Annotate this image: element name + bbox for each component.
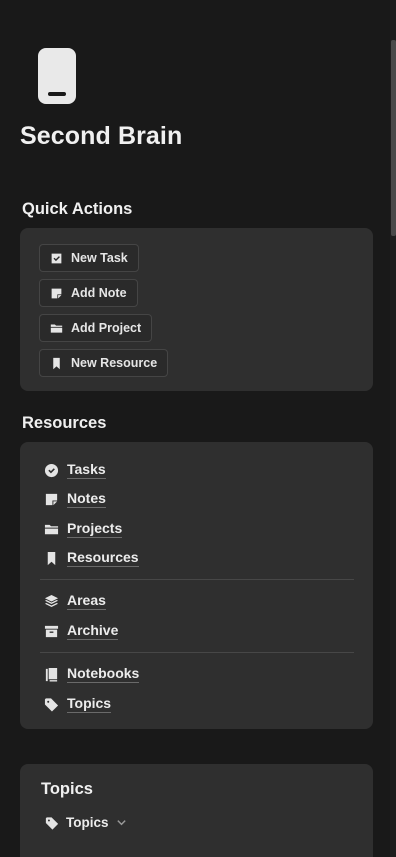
topics-heading: Topics: [41, 780, 93, 798]
quick-actions-heading: Quick Actions: [22, 200, 133, 218]
new-resource-button[interactable]: New Resource: [39, 349, 169, 377]
page-title: Second Brain: [20, 122, 183, 150]
topics-filter-dropdown[interactable]: Topics: [45, 815, 127, 830]
add-note-button[interactable]: Add Note: [39, 279, 138, 307]
link-areas-label: Areas: [67, 592, 106, 610]
new-task-button[interactable]: New Task: [39, 244, 139, 272]
tag-icon: [45, 816, 59, 830]
bookmark-icon: [47, 551, 56, 565]
link-areas[interactable]: Areas: [44, 592, 106, 610]
checkbox-icon: [51, 253, 62, 263]
check-circle-icon: [44, 463, 59, 477]
link-notebooks-label: Notebooks: [67, 665, 140, 683]
link-notes-label: Notes: [67, 490, 106, 508]
divider: [40, 579, 354, 580]
folder-icon: [44, 524, 59, 534]
note-icon: [51, 288, 62, 298]
link-projects-label: Projects: [67, 520, 123, 538]
divider: [40, 652, 354, 653]
topics-filter-label: Topics: [66, 815, 109, 830]
tag-icon: [44, 697, 59, 712]
link-notes[interactable]: Notes: [44, 490, 106, 508]
link-tasks-label: Tasks: [67, 461, 106, 479]
link-projects[interactable]: Projects: [44, 520, 123, 538]
chevron-down-icon: [116, 820, 126, 826]
bookmark-icon: [53, 357, 60, 369]
folder-icon: [50, 323, 63, 333]
archive-icon: [44, 625, 59, 637]
resources-card: Tasks Notes Projects Resources Areas Arc…: [20, 442, 373, 729]
note-icon: [45, 493, 58, 505]
layers-icon: [44, 594, 59, 607]
link-topics-label: Topics: [67, 695, 112, 713]
phone-icon[interactable]: [38, 48, 76, 104]
link-archive-label: Archive: [67, 622, 119, 640]
notebook-icon: [45, 667, 58, 682]
link-notebooks[interactable]: Notebooks: [44, 665, 140, 683]
add-project-label: Add Project: [71, 321, 142, 335]
new-resource-label: New Resource: [71, 356, 158, 370]
link-tasks[interactable]: Tasks: [44, 461, 106, 479]
resources-heading: Resources: [22, 414, 107, 432]
add-note-label: Add Note: [71, 286, 127, 300]
notion-page: Second Brain Quick Actions New Task Add …: [0, 0, 396, 857]
scrollbar-thumb[interactable]: [391, 40, 396, 236]
link-topics[interactable]: Topics: [44, 695, 112, 713]
quick-actions-card: New Task Add Note Add Project New Resour…: [20, 228, 373, 391]
new-task-label: New Task: [71, 251, 128, 265]
add-project-button[interactable]: Add Project: [39, 314, 153, 342]
link-resources-label: Resources: [67, 549, 139, 567]
link-archive[interactable]: Archive: [44, 622, 119, 640]
link-resources[interactable]: Resources: [44, 549, 139, 567]
topics-card: Topics Topics: [20, 764, 373, 857]
